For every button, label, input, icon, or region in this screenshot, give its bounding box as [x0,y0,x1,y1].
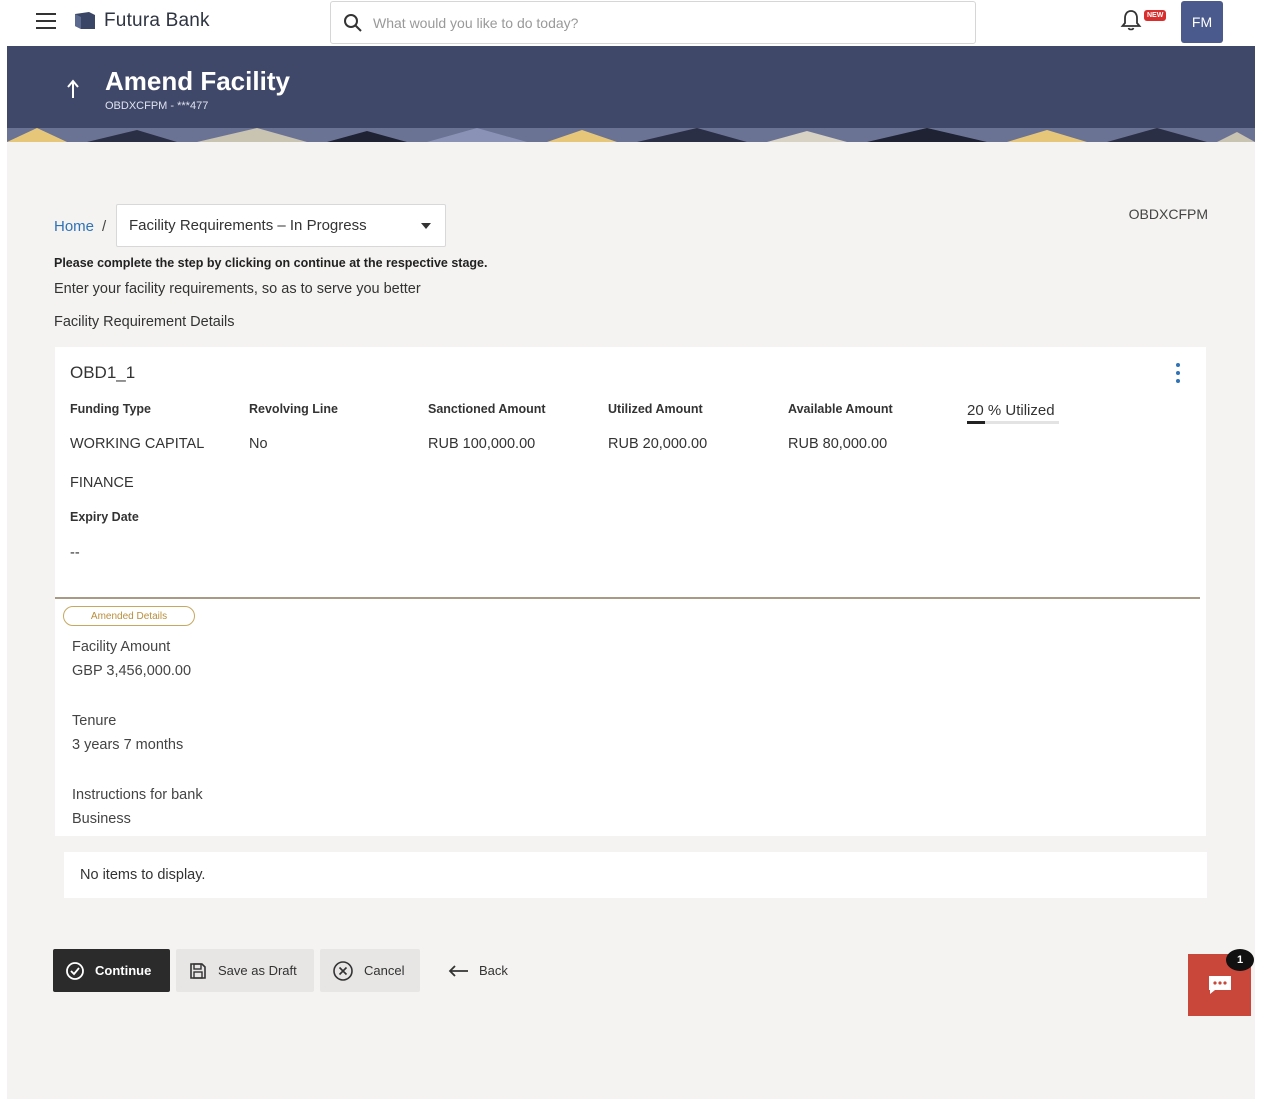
instruction-text: Please complete the step by clicking on … [54,256,488,270]
save-draft-button[interactable]: Save as Draft [176,949,314,992]
tenure-value: 3 years 7 months [72,737,184,753]
avatar[interactable]: FM [1181,1,1223,43]
available-amount-value: RUB 80,000.00 [788,436,888,452]
expiry-date-value: -- [70,545,80,561]
divider [55,597,1200,599]
chat-icon [1208,976,1231,994]
menu-icon[interactable] [36,13,56,29]
save-icon [190,962,206,979]
back-label: Back [479,963,508,978]
stage-dropdown-value: Facility Requirements – In Progress [129,217,367,234]
funding-type-value: WORKING CAPITAL [70,436,205,452]
funding-type-header: Funding Type [70,402,152,416]
cancel-label: Cancel [364,963,405,978]
facility-amount-label: Facility Amount [72,639,171,655]
revolving-line-header: Revolving Line [249,402,338,416]
tenure-label: Tenure [72,713,117,729]
main-content: Home / Facility Requirements – In Progre… [7,142,1255,1099]
sanctioned-amount-header: Sanctioned Amount [428,402,546,416]
facility-id: OBD1_1 [70,363,136,382]
back-button[interactable]: Back [435,949,515,992]
page-header: Amend Facility OBDXCFPM - ***477 [7,46,1255,142]
banner-decoration [7,128,1255,142]
section-title: Facility Requirement Details [54,314,235,330]
facility-card: OBD1_1 Funding Type Revolving Line Sanct… [55,347,1206,836]
arrow-up-icon[interactable] [65,78,81,100]
instructions-label: Instructions for bank [72,787,203,803]
instructions-value: Business [72,811,131,827]
breadcrumb-separator: / [102,218,107,235]
stage-dropdown[interactable]: Facility Requirements – In Progress [116,204,446,247]
search-input[interactable] [373,14,933,31]
expiry-date-header: Expiry Date [70,510,139,524]
more-options-icon[interactable] [1175,363,1181,385]
bank-logo-icon [74,12,96,30]
top-bar: Futura Bank NEW FM [0,0,1261,46]
utilized-amount-header: Utilized Amount [608,402,703,416]
continue-label: Continue [95,963,152,978]
close-circle-icon [333,960,353,981]
revolving-line-value: No [249,436,268,452]
facility-amount-value: GBP 3,456,000.00 [72,663,192,679]
utilization-label: 20 % Utilized [967,402,1055,419]
caret-down-icon [421,222,431,229]
check-circle-icon [66,961,84,980]
page-title: Amend Facility [105,66,290,96]
notification-badge: NEW [1144,10,1167,21]
available-amount-header: Available Amount [788,402,893,416]
notification-bell-icon[interactable] [1120,8,1142,32]
sanctioned-amount-value: RUB 100,000.00 [428,436,536,452]
amended-details-tag: Amended Details [63,606,195,626]
brand-name: Futura Bank [104,10,210,31]
funding-type-value-cont: FINANCE [70,475,134,491]
page-subtitle: OBDXCFPM - ***477 [105,100,209,112]
continue-button[interactable]: Continue [53,949,170,992]
breadcrumb-home[interactable]: Home [54,218,94,235]
help-text: Enter your facility requirements, so as … [54,281,421,297]
brand-logo[interactable]: Futura Bank [74,10,210,32]
cancel-button[interactable]: Cancel [320,949,420,992]
utilization-bar-fill [967,421,986,424]
chat-badge: 1 [1226,949,1254,971]
search-box[interactable] [330,1,976,44]
utilized-amount-value: RUB 20,000.00 [608,436,708,452]
search-icon [343,13,363,33]
application-id: OBDXCFPM [1128,206,1208,222]
save-draft-label: Save as Draft [218,963,297,978]
arrow-left-icon [448,964,468,977]
empty-state: No items to display. [64,852,1207,898]
utilization-bar [967,421,1059,424]
